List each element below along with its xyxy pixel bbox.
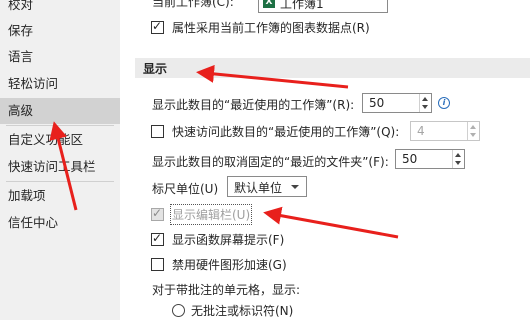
data-point-label: 属性采用当前工作簿的图表数据点(R) xyxy=(172,21,370,35)
display-section-title: 显示 xyxy=(143,62,168,76)
recent-workbooks-label: 显示此数目的“最近使用的工作簿”(R): xyxy=(152,98,355,112)
function-tooltips-label: 显示函数屏幕提示(F) xyxy=(172,233,285,247)
ruler-units-label: 标尺单位(U) xyxy=(152,182,219,196)
sidebar-item-trust-center[interactable]: 信任中心 xyxy=(0,210,120,236)
hw-accel-label: 禁用硬件图形加速(G) xyxy=(172,258,287,272)
quick-access-label: 快速访问此数目的“最近使用的工作簿”(Q): xyxy=(172,125,400,139)
unpinned-folders-value: 50 xyxy=(402,152,418,166)
unpinned-folders-spinner[interactable]: 50 xyxy=(395,149,465,169)
quick-access-checkbox[interactable] xyxy=(151,125,164,138)
function-tooltips-checkbox[interactable] xyxy=(151,231,164,246)
no-comments-label: 无批注或标识符(N) xyxy=(191,304,294,318)
sidebar-item-quick-access-toolbar[interactable]: 快速访问工具栏 xyxy=(0,154,120,180)
ruler-units-value: 默认单位 xyxy=(234,181,283,195)
sidebar-item-accessibility[interactable]: 轻松访问 xyxy=(0,71,120,97)
formula-bar-checkbox[interactable] xyxy=(151,206,164,221)
ruler-units-select[interactable]: 默认单位 xyxy=(227,176,307,197)
sidebar-item-save[interactable]: 保存 xyxy=(0,18,120,44)
spin-down-icon[interactable] xyxy=(470,133,476,137)
info-icon[interactable]: i xyxy=(438,97,450,109)
current-workbook-value: 工作簿1 xyxy=(280,0,324,11)
data-point-checkbox[interactable] xyxy=(151,19,164,34)
sidebar-divider xyxy=(6,181,114,182)
current-workbook-label: 当前工作簿(C): xyxy=(152,0,234,9)
recent-workbooks-spinner[interactable]: 50 xyxy=(362,93,432,113)
sidebar-divider xyxy=(6,125,114,126)
hw-accel-checkbox[interactable] xyxy=(151,258,164,271)
sidebar-item-addins[interactable]: 加载项 xyxy=(0,183,120,209)
spin-up-icon[interactable] xyxy=(470,125,476,129)
quick-access-value: 4 xyxy=(417,124,425,138)
spinner-buttons[interactable] xyxy=(467,122,479,140)
comment-cells-label: 对于带批注的单元格，显示: xyxy=(152,283,301,297)
spin-up-icon[interactable] xyxy=(455,153,461,157)
spin-up-icon[interactable] xyxy=(422,97,428,101)
spinner-buttons[interactable] xyxy=(419,94,431,112)
display-section-header xyxy=(135,58,530,78)
arrow-formula-bar xyxy=(263,206,399,239)
options-sidebar: 校对 保存 语言 轻松访问 高级 自定义功能区 快速访问工具栏 加载项 信任中心 xyxy=(0,0,120,320)
unpinned-folders-label: 显示此数目的取消固定的“最近的文件夹”(F): xyxy=(152,155,389,169)
sidebar-item-advanced[interactable]: 高级 xyxy=(0,98,120,124)
spin-down-icon[interactable] xyxy=(422,105,428,109)
sidebar-item-proofing[interactable]: 校对 xyxy=(0,0,120,18)
current-workbook-select[interactable]: X 工作簿1 xyxy=(258,0,388,13)
sidebar-item-language[interactable]: 语言 xyxy=(0,44,120,70)
recent-workbooks-value: 50 xyxy=(369,96,385,110)
sidebar-item-customize-ribbon[interactable]: 自定义功能区 xyxy=(0,127,120,153)
chevron-down-icon xyxy=(291,185,299,189)
formula-bar-label: 显示编辑栏(U) xyxy=(169,204,253,225)
excel-icon: X xyxy=(263,0,275,8)
no-comments-radio[interactable] xyxy=(172,304,185,317)
spinner-buttons[interactable] xyxy=(452,150,464,168)
spin-down-icon[interactable] xyxy=(455,161,461,165)
quick-access-spinner[interactable]: 4 xyxy=(410,121,480,141)
